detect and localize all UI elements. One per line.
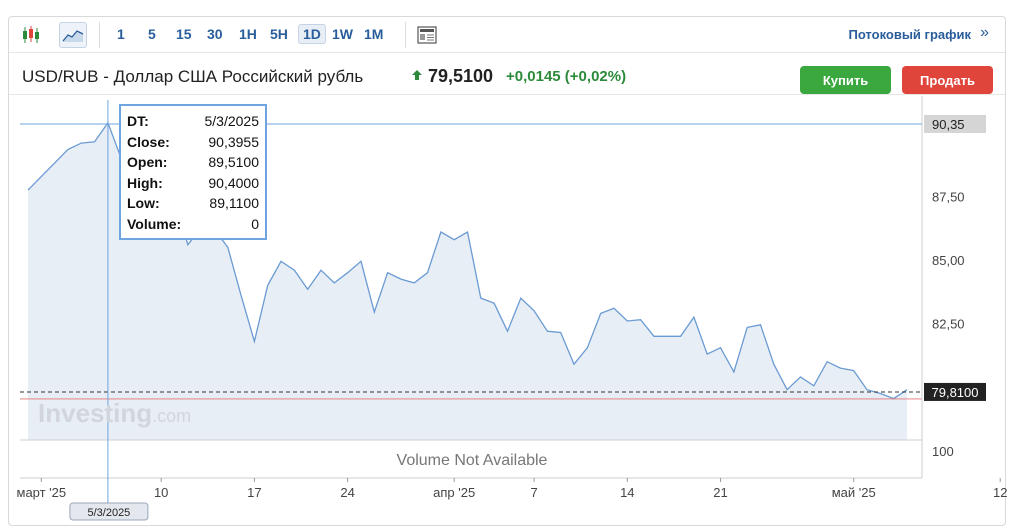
data-tooltip: DT: 5/3/2025 Close: 90,3955 Open: 89,5100 H… <box>119 104 267 240</box>
x-tick-label: май '25 <box>832 485 876 500</box>
tooltip-row-close: Close: 90,3955 <box>127 133 259 150</box>
y-tick-label: 85,00 <box>932 253 965 268</box>
x-tick-label: 14 <box>620 485 634 500</box>
x-tick-label: 24 <box>340 485 354 500</box>
crosshair-date-label: 5/3/2025 <box>87 507 130 519</box>
x-tick-label: 10 <box>154 485 168 500</box>
x-tick-label: 12 <box>993 485 1007 500</box>
x-tick-label: апр '25 <box>433 485 475 500</box>
tooltip-row-volume: Volume: 0 <box>127 215 259 232</box>
volume-not-available-label: Volume Not Available <box>397 452 548 469</box>
x-tick-label: 17 <box>247 485 261 500</box>
tooltip-row-high: High: 90,4000 <box>127 174 259 191</box>
tooltip-row-dt: DT: 5/3/2025 <box>127 113 259 129</box>
tooltip-row-low: Low: 89,1100 <box>127 195 259 211</box>
last-price-label: 79,8100 <box>932 385 979 400</box>
tooltip-row-open: Open: 89,5100 <box>127 154 259 170</box>
crosshair-value-label: 90,35 <box>932 117 965 132</box>
y-tick-label: 82,50 <box>932 317 965 332</box>
x-tick-label: март '25 <box>17 485 67 500</box>
price-chart[interactable]: 79,8100 90,35 87,50 85,00 82,50 март '25 10 17 2… <box>0 0 1024 529</box>
volume-axis-label: 100 <box>932 444 954 459</box>
x-tick-label: 7 <box>530 485 537 500</box>
y-tick-label: 87,50 <box>932 189 965 204</box>
x-tick-label: 21 <box>713 485 727 500</box>
